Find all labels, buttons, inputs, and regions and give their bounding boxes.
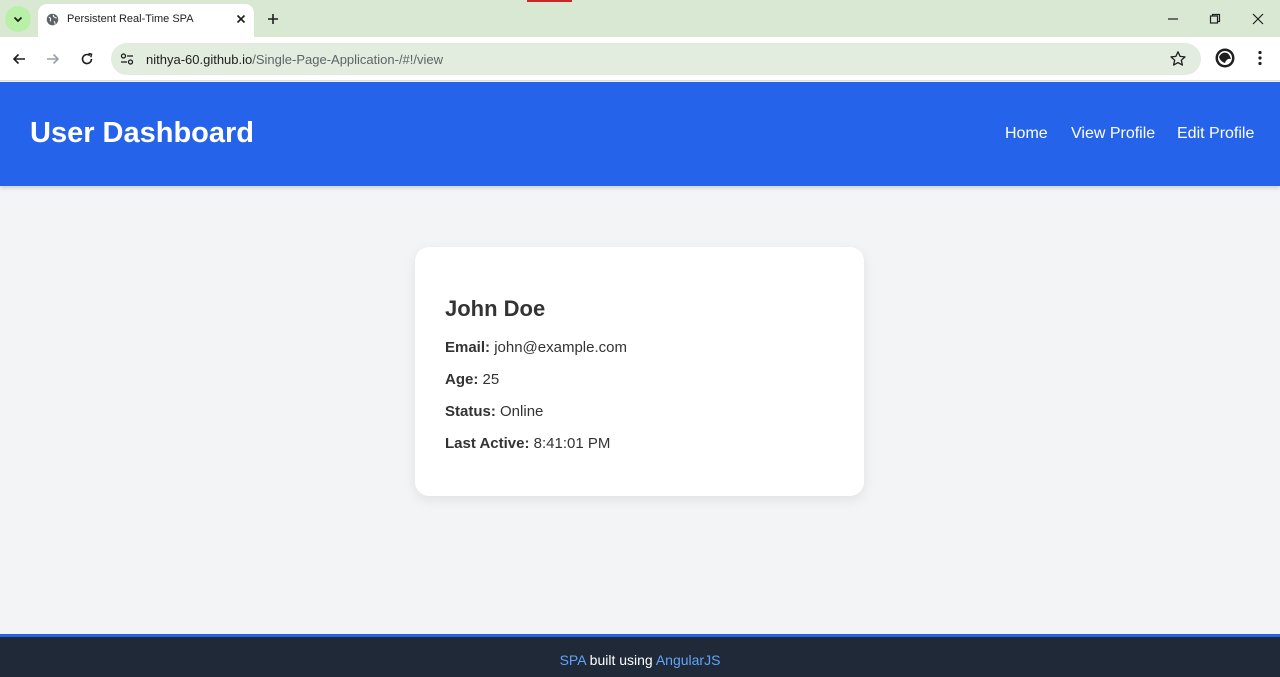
- plus-icon[interactable]: [262, 8, 284, 30]
- recording-indicator: [527, 0, 572, 2]
- close-window-icon[interactable]: [1247, 8, 1269, 30]
- field-value: 25: [482, 371, 500, 388]
- url-text[interactable]: nithya-60.github.io/Single-Page-Applicat…: [146, 52, 443, 67]
- field-label: Age:: [445, 371, 479, 388]
- site-header: User Dashboard Home View Profile Edit Pr…: [0, 82, 1280, 186]
- address-bar[interactable]: nithya-60.github.io/Single-Page-Applicat…: [111, 43, 1201, 75]
- footer-middle-text: built using: [589, 652, 653, 668]
- nav-link-home[interactable]: Home: [1005, 125, 1048, 143]
- footer-link-angularjs[interactable]: AngularJS: [656, 652, 721, 668]
- footer-link-spa[interactable]: SPA: [560, 652, 586, 668]
- tab-search-icon[interactable]: [5, 6, 31, 32]
- field-value: john@example.com: [494, 339, 627, 356]
- browser-tab-strip: Persistent Real-Time SPA: [0, 0, 1280, 37]
- field-value: 8:41:01 PM: [533, 435, 611, 452]
- field-value: Online: [500, 403, 544, 420]
- footer-text: SPA built using AngularJS: [0, 652, 1280, 668]
- restore-icon[interactable]: [1204, 8, 1226, 30]
- page-title: User Dashboard: [30, 117, 255, 149]
- profile-icon[interactable]: [1215, 48, 1235, 68]
- profile-field-age: Age: 25: [445, 371, 499, 388]
- url-host: nithya-60.github.io: [146, 52, 253, 67]
- site-info-icon[interactable]: [119, 51, 135, 67]
- browser-tab[interactable]: Persistent Real-Time SPA: [38, 4, 254, 37]
- nav-link-edit-profile[interactable]: Edit Profile: [1177, 125, 1254, 143]
- profile-name: John Doe: [445, 296, 546, 321]
- back-icon[interactable]: [8, 48, 30, 70]
- nav-link-view-profile[interactable]: View Profile: [1071, 125, 1155, 143]
- profile-field-email: Email: john@example.com: [445, 339, 627, 356]
- profile-card: John Doe Email: john@example.com Age: 25…: [415, 247, 864, 496]
- minimize-icon[interactable]: [1162, 8, 1184, 30]
- profile-field-status: Status: Online: [445, 403, 543, 420]
- forward-icon[interactable]: [42, 48, 64, 70]
- browser-toolbar: nithya-60.github.io/Single-Page-Applicat…: [0, 37, 1280, 81]
- url-path: /Single-Page-Application-/#!/view: [252, 52, 444, 67]
- close-icon[interactable]: [233, 11, 249, 27]
- field-label: Last Active:: [445, 435, 530, 452]
- globe-icon: [46, 13, 59, 26]
- star-icon[interactable]: [1169, 50, 1187, 68]
- reload-icon[interactable]: [76, 48, 98, 70]
- profile-field-last-active: Last Active: 8:41:01 PM: [445, 435, 610, 452]
- field-label: Status:: [445, 403, 496, 420]
- field-label: Email:: [445, 339, 491, 356]
- tab-title: Persistent Real-Time SPA: [67, 13, 194, 25]
- site-footer: SPA built using AngularJS: [0, 634, 1280, 677]
- more-menu-icon[interactable]: [1250, 48, 1270, 68]
